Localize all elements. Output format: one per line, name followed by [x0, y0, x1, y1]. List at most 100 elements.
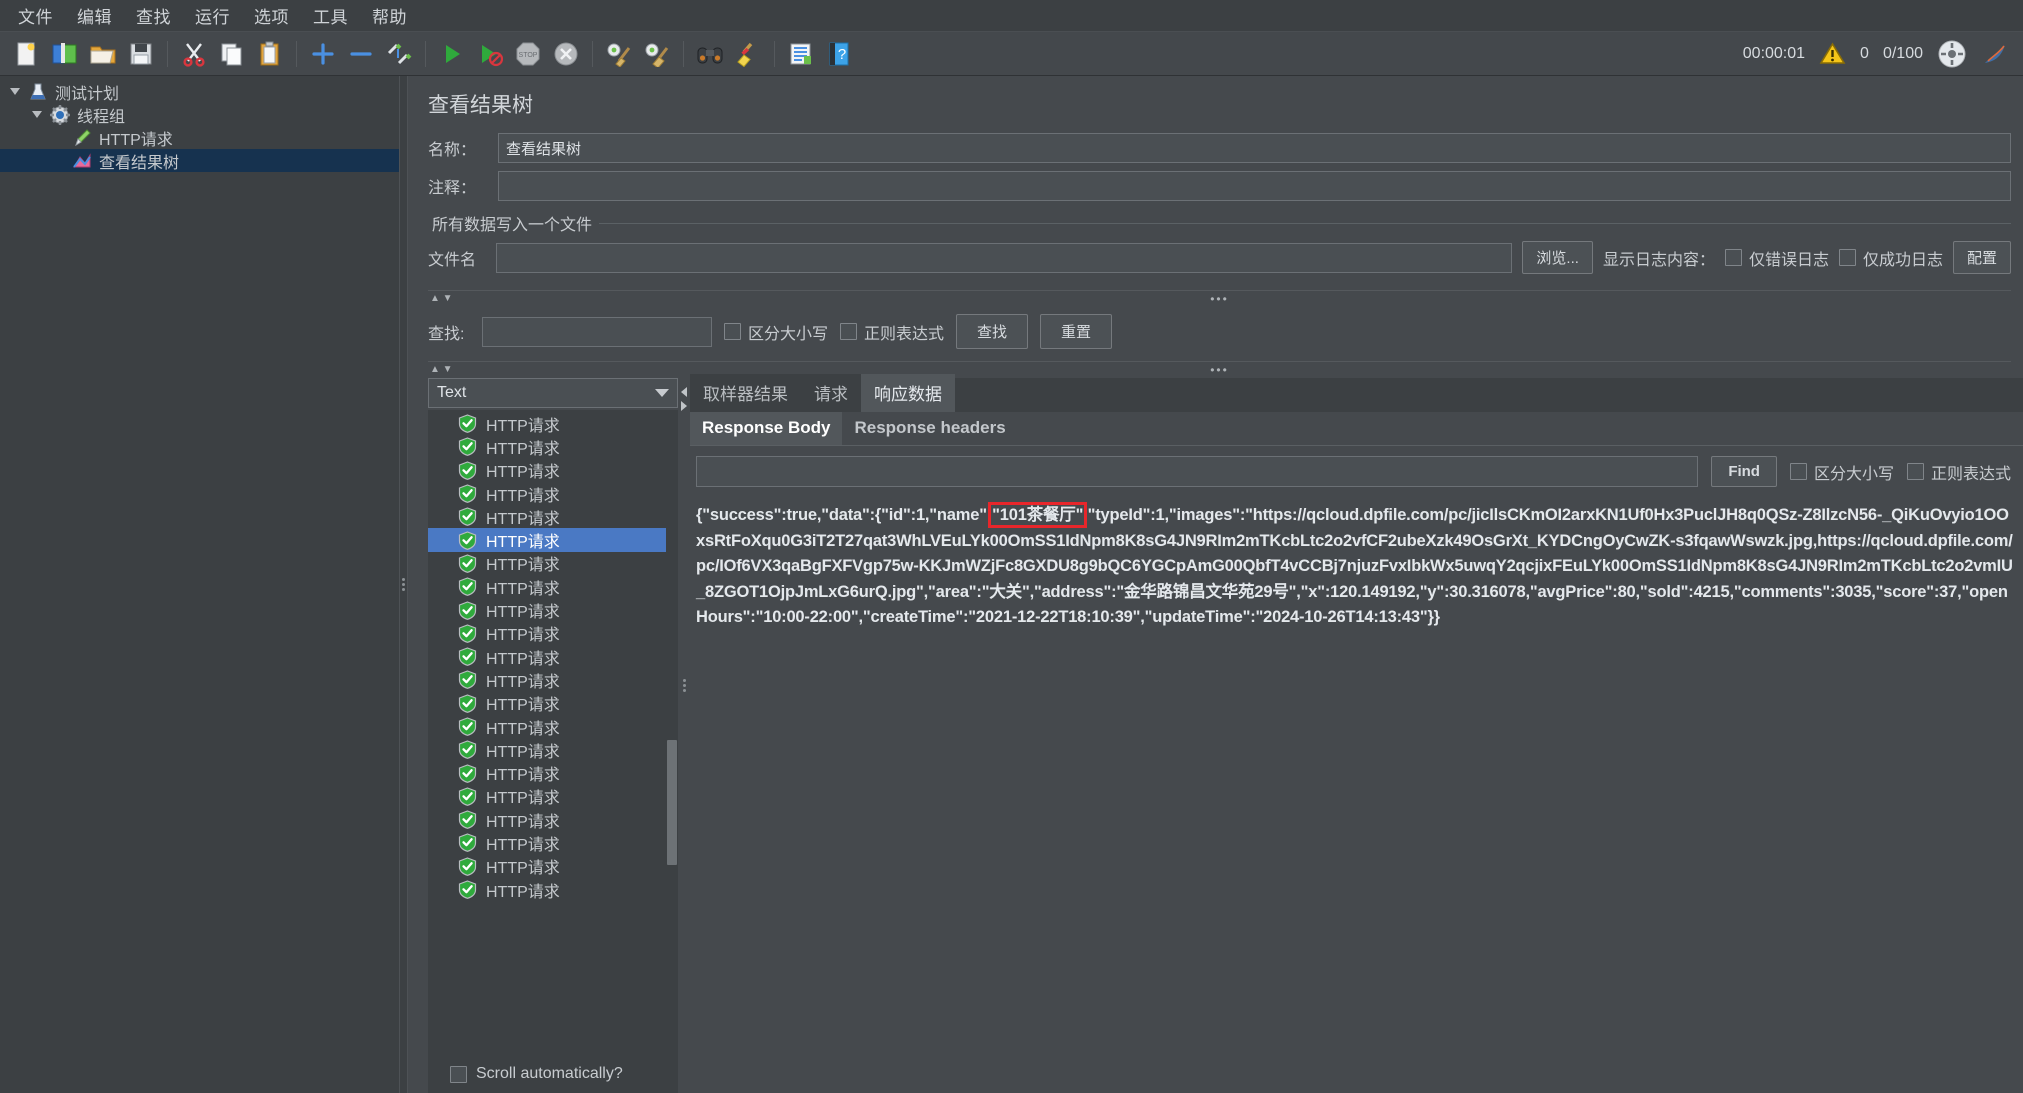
menu-help[interactable]: 帮助 [360, 0, 419, 32]
response-body-view[interactable]: {"success":true,"data":{"id":1,"name":"1… [690, 495, 2023, 1093]
find-regex-checkbox[interactable]: 正则表达式 [1907, 460, 2011, 484]
result-list-item[interactable]: HTTP请求 [428, 575, 666, 598]
result-list-item[interactable]: HTTP请求 [428, 738, 666, 761]
results-collapse-strip[interactable]: ▲ ▼ ••• [428, 361, 2011, 378]
result-list-item[interactable]: HTTP请求 [428, 482, 666, 505]
drag-dots[interactable]: ••• [1210, 292, 1229, 306]
tree-node-http-request[interactable]: HTTP请求 [0, 126, 399, 149]
new-file-icon[interactable] [10, 37, 44, 71]
find-case-sensitive-checkbox[interactable]: 区分大小写 [1790, 460, 1894, 484]
chevron-down-icon[interactable] [655, 389, 669, 397]
search-case-sensitive-checkbox[interactable]: 区分大小写 [724, 320, 828, 344]
tab-sampler-result[interactable]: 取样器结果 [690, 374, 801, 412]
reset-button[interactable]: 重置 [1040, 314, 1112, 349]
tree-node-view-results-tree[interactable]: 查看结果树 [0, 149, 399, 172]
results-detail-splitter[interactable] [678, 378, 690, 1093]
checkbox-box[interactable] [1725, 249, 1742, 266]
run-no-timers-icon[interactable] [473, 37, 507, 71]
result-list-item[interactable]: HTTP请求 [428, 598, 666, 621]
copy-icon[interactable] [215, 37, 249, 71]
checkbox-box[interactable] [1907, 463, 1924, 480]
menu-edit[interactable]: 编辑 [65, 0, 124, 32]
configure-button[interactable]: 配置 [1953, 241, 2011, 274]
result-list-item[interactable]: HTTP请求 [428, 855, 666, 878]
result-list-item[interactable]: HTTP请求 [428, 808, 666, 831]
name-input[interactable] [498, 133, 2011, 163]
result-list-item[interactable]: HTTP请求 [428, 435, 666, 458]
successes-only-checkbox[interactable]: 仅成功日志 [1839, 246, 1943, 270]
shutdown-x-icon[interactable] [549, 37, 583, 71]
comment-input[interactable] [498, 171, 2011, 201]
warning-triangle-icon[interactable] [1819, 42, 1846, 66]
save-icon[interactable] [124, 37, 158, 71]
menu-run[interactable]: 运行 [183, 0, 242, 32]
tree-node-thread-group[interactable]: 线程组 [0, 103, 399, 126]
function-helper-icon[interactable] [784, 37, 818, 71]
find-input[interactable] [696, 456, 1698, 487]
subtab-response-body[interactable]: Response Body [690, 412, 842, 445]
result-list-item[interactable]: HTTP请求 [428, 692, 666, 715]
tree-node-test-plan[interactable]: 测试计划 [0, 80, 399, 103]
result-list-item[interactable]: HTTP请求 [428, 761, 666, 784]
stop-sign-icon[interactable]: STOP [511, 37, 545, 71]
paste-clipboard-icon[interactable] [253, 37, 287, 71]
collapse-minus-icon[interactable] [344, 37, 378, 71]
results-list[interactable]: HTTP请求HTTP请求HTTP请求HTTP请求HTTP请求HTTP请求HTTP… [428, 410, 678, 1055]
drag-dots[interactable]: ••• [1210, 363, 1229, 377]
find-button[interactable]: Find [1711, 456, 1777, 487]
result-list-item[interactable]: HTTP请求 [428, 715, 666, 738]
result-list-item[interactable]: HTTP请求 [428, 831, 666, 854]
checkbox-box[interactable] [724, 323, 741, 340]
tab-request[interactable]: 请求 [801, 374, 861, 412]
menu-search[interactable]: 查找 [124, 0, 183, 32]
result-list-item[interactable]: HTTP请求 [428, 459, 666, 482]
cut-scissors-icon[interactable] [177, 37, 211, 71]
chevron-down-icon[interactable] [4, 88, 26, 95]
templates-icon[interactable] [48, 37, 82, 71]
checkbox-box[interactable] [1790, 463, 1807, 480]
toggle-pencil-icon[interactable] [382, 37, 416, 71]
collapse-arrows[interactable]: ▲ ▼ [430, 365, 453, 375]
results-items[interactable]: HTTP请求HTTP请求HTTP请求HTTP请求HTTP请求HTTP请求HTTP… [428, 410, 666, 1055]
checkbox-box[interactable] [840, 323, 857, 340]
reset-broom-icon[interactable] [731, 37, 765, 71]
search-input[interactable] [482, 317, 712, 347]
clear-gear-broom-icon[interactable] [602, 37, 636, 71]
expand-plus-icon[interactable] [306, 37, 340, 71]
filename-input[interactable] [496, 243, 1512, 273]
collapse-arrows[interactable]: ▲ ▼ [430, 294, 453, 304]
browse-button[interactable]: 浏览... [1522, 241, 1593, 274]
run-play-icon[interactable] [435, 37, 469, 71]
subtab-response-headers[interactable]: Response headers [842, 412, 1017, 445]
checkbox-box[interactable] [1839, 249, 1856, 266]
menu-options[interactable]: 选项 [242, 0, 301, 32]
tab-response-data[interactable]: 响应数据 [861, 374, 955, 412]
help-book-icon[interactable]: ? [822, 37, 856, 71]
clear-all-broom-icon[interactable] [640, 37, 674, 71]
result-list-item[interactable]: HTTP请求 [428, 505, 666, 528]
renderer-select[interactable]: Text [428, 378, 678, 408]
test-plan-tree[interactable]: 测试计划 线程组 HTTP请求 查看结果树 [0, 76, 399, 1093]
binoculars-search-icon[interactable] [693, 37, 727, 71]
result-list-item[interactable]: HTTP请求 [428, 785, 666, 808]
result-list-item[interactable]: HTTP请求 [428, 622, 666, 645]
collapse-left-arrow-icon[interactable] [681, 387, 687, 397]
results-scrollbar[interactable] [666, 410, 678, 1055]
collapse-right-arrow-icon[interactable] [681, 401, 687, 411]
chevron-down-icon[interactable] [26, 111, 48, 118]
result-list-item[interactable]: HTTP请求 [428, 528, 666, 551]
result-list-item[interactable]: HTTP请求 [428, 412, 666, 435]
open-folder-icon[interactable] [86, 37, 120, 71]
search-regex-checkbox[interactable]: 正则表达式 [840, 320, 944, 344]
scroll-automatically-checkbox[interactable] [450, 1066, 467, 1083]
result-list-item[interactable]: HTTP请求 [428, 552, 666, 575]
search-collapse-strip[interactable]: ▲ ▼ ••• [428, 290, 2011, 307]
scrollbar-thumb[interactable] [667, 740, 677, 865]
tree-detail-splitter[interactable] [399, 76, 408, 1093]
result-list-item[interactable]: HTTP请求 [428, 645, 666, 668]
menu-file[interactable]: 文件 [6, 0, 65, 32]
errors-only-checkbox[interactable]: 仅错误日志 [1725, 246, 1829, 270]
search-button[interactable]: 查找 [956, 314, 1028, 349]
result-list-item[interactable]: HTTP请求 [428, 668, 666, 691]
result-list-item[interactable]: HTTP请求 [428, 878, 666, 901]
